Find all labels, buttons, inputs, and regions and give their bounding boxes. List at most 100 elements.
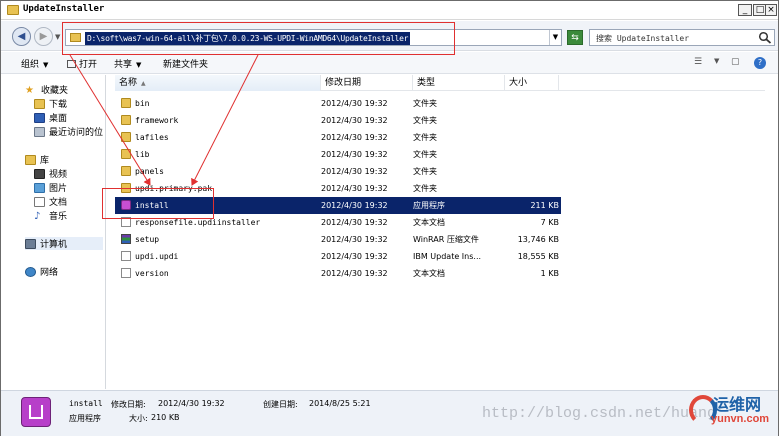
help-icon[interactable]: ?	[754, 57, 766, 69]
view-options-icon[interactable]: ☰	[694, 57, 702, 67]
file-name-text: lib	[135, 150, 150, 159]
sidebar-item-library[interactable]: 库	[25, 153, 49, 166]
share-label: 共享	[114, 60, 133, 70]
file-name: setup	[119, 231, 317, 248]
sidebar-label: 视频	[49, 170, 68, 180]
column-date[interactable]: 修改日期	[321, 75, 413, 91]
sidebar-label: 桌面	[49, 114, 68, 124]
organize-button[interactable]: 组织 ▼	[21, 57, 48, 70]
file-name-text: responsefile.updiinstaller	[135, 218, 261, 227]
go-button[interactable]: ⇆	[567, 30, 583, 45]
sidebar-item-computer[interactable]: 计算机	[25, 237, 103, 250]
open-label: 打开	[79, 60, 98, 70]
column-name-label: 名称	[119, 78, 138, 88]
file-row-panels[interactable]: panels 2012/4/30 19:32 文件夹	[115, 163, 561, 180]
pictures-icon	[34, 182, 45, 193]
file-date: 2012/4/30 19:32	[321, 150, 388, 159]
file-list: 名称 ▲ 修改日期 类型 大小 bin 2012/4/30 19:32 文件夹 fram…	[107, 75, 778, 389]
file-size: 13,746 KB	[517, 235, 559, 244]
desktop-icon	[34, 112, 45, 123]
sidebar-item-pictures[interactable]: 图片	[34, 181, 67, 194]
minimize-button[interactable]: _	[738, 4, 752, 16]
details-created-label: 创建日期:	[263, 400, 298, 409]
file-row-lafiles[interactable]: lafiles 2012/4/30 19:32 文件夹	[115, 129, 561, 146]
navigation-pane: ★ 收藏夹 下载 桌面 最近访问的位 库 视频 图片 文档 ♪ 音乐 计算机 网络	[1, 75, 106, 389]
sidebar-item-documents[interactable]: 文档	[34, 195, 67, 208]
file-size: 18,555 KB	[517, 252, 559, 261]
recent-pages-dropdown[interactable]: ▼	[55, 33, 60, 41]
library-icon	[25, 154, 36, 165]
folder-icon	[121, 166, 131, 176]
forward-button[interactable]: ▶	[34, 27, 53, 46]
search-placeholder: 搜索 UpdateInstaller	[596, 34, 690, 43]
new-folder-button[interactable]: 新建文件夹	[163, 57, 208, 70]
document-icon	[121, 251, 131, 261]
sidebar-label: 库	[40, 156, 50, 166]
file-date: 2012/4/30 19:32	[321, 133, 388, 142]
sidebar-label: 收藏夹	[41, 86, 69, 96]
close-button[interactable]: ×	[765, 4, 777, 16]
sidebar-item-favorites[interactable]: ★ 收藏夹	[25, 83, 69, 97]
folder-icon	[121, 115, 131, 125]
file-date: 2012/4/30 19:32	[321, 269, 388, 278]
share-button[interactable]: 共享 ▼	[114, 57, 141, 70]
file-name-text: setup	[135, 235, 160, 244]
sidebar-item-recent[interactable]: 最近访问的位	[34, 125, 103, 138]
file-name-text: panels	[135, 167, 164, 176]
documents-icon	[34, 196, 45, 207]
file-name: panels	[119, 163, 317, 180]
sidebar-label: 最近访问的位	[49, 128, 104, 138]
file-row-bin[interactable]: bin 2012/4/30 19:32 文件夹	[115, 95, 561, 112]
details-file-kind: 应用程序	[69, 414, 101, 423]
address-dropdown[interactable]: ▼	[549, 30, 561, 45]
sort-ascending-icon: ▲	[141, 80, 146, 87]
file-row-version[interactable]: version 2012/4/30 19:32 文本文档 1 KB	[115, 265, 561, 282]
search-icon[interactable]	[758, 31, 772, 44]
folder-icon	[121, 132, 131, 142]
file-row-updi-updi[interactable]: updi.updi 2012/4/30 19:32 IBM Update Ins..…	[115, 248, 561, 265]
chevron-down-icon[interactable]: ▼	[714, 57, 719, 65]
open-icon	[67, 60, 76, 68]
brand-logo: 运维网 yunvn.com	[681, 389, 777, 435]
file-size: 1 KB	[540, 269, 559, 278]
sidebar-label: 计算机	[40, 240, 68, 250]
back-button[interactable]: ◀	[12, 27, 31, 46]
column-name[interactable]: 名称 ▲	[115, 75, 321, 91]
column-type[interactable]: 类型	[413, 75, 505, 91]
sidebar-label: 文档	[49, 198, 68, 208]
details-modified-value: 2012/4/30 19:32	[158, 399, 225, 408]
column-size[interactable]: 大小	[505, 75, 559, 91]
brand-name: 运维网	[713, 395, 762, 414]
file-type: 文件夹	[413, 184, 437, 193]
file-size: 7 KB	[540, 218, 559, 227]
file-date: 2012/4/30 19:32	[321, 201, 388, 210]
file-size: 211 KB	[530, 201, 559, 210]
file-size	[505, 112, 559, 129]
sidebar-label: 网络	[40, 268, 59, 278]
music-icon: ♪	[34, 210, 41, 222]
file-row-setup[interactable]: setup 2012/4/30 19:32 WinRAR 压缩文件 13,746 KB	[115, 231, 561, 248]
preview-pane-icon[interactable]: ▢	[731, 57, 740, 67]
video-icon	[34, 168, 45, 179]
sidebar-item-network[interactable]: 网络	[25, 265, 58, 278]
file-name-text: updi.updi	[135, 252, 179, 261]
open-button[interactable]: 打开	[67, 57, 97, 70]
search-input[interactable]: 搜索 UpdateInstaller	[589, 29, 775, 46]
file-row-framework[interactable]: framework 2012/4/30 19:32 文件夹	[115, 112, 561, 129]
folder-icon	[7, 5, 19, 15]
details-file-name: install	[69, 399, 103, 408]
sidebar-item-downloads[interactable]: 下载	[34, 97, 67, 110]
sidebar-label: 音乐	[49, 212, 68, 222]
address-highlight-box	[62, 22, 455, 55]
file-row-lib[interactable]: lib 2012/4/30 19:32 文件夹	[115, 146, 561, 163]
window-title: UpdateInstaller	[23, 4, 105, 14]
file-name-text: bin	[135, 99, 150, 108]
file-name-text: version	[135, 269, 169, 278]
sidebar-item-music[interactable]: ♪ 音乐	[34, 209, 68, 223]
downloads-icon	[34, 98, 45, 109]
folder-icon	[121, 149, 131, 159]
file-date: 2012/4/30 19:32	[321, 218, 388, 227]
sidebar-item-desktop[interactable]: 桌面	[34, 111, 67, 124]
sidebar-item-videos[interactable]: 视频	[34, 167, 67, 180]
pane-divider[interactable]	[105, 75, 106, 389]
